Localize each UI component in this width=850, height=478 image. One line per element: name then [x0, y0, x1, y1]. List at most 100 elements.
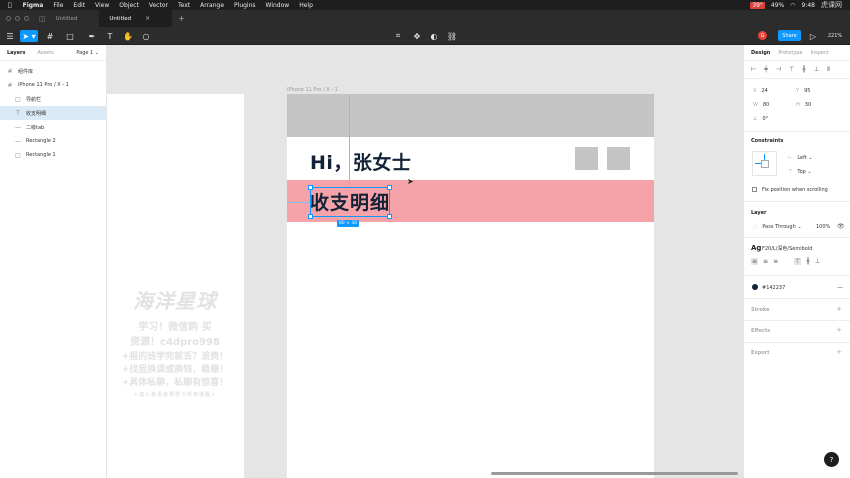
remove-fill-icon[interactable]: —: [837, 284, 843, 291]
text-tool-icon[interactable]: T: [104, 30, 116, 42]
menu-vector[interactable]: Vector: [144, 2, 173, 9]
tab-untitled-2[interactable]: Untitled ×: [99, 10, 173, 27]
fix-position-checkbox[interactable]: [752, 187, 757, 192]
close-window-icon[interactable]: [6, 16, 11, 21]
layer-section-title[interactable]: T 收支明细: [0, 106, 106, 120]
maximize-window-icon[interactable]: [24, 16, 29, 21]
menu-view[interactable]: View: [90, 2, 114, 9]
crop-icon[interactable]: ⌗: [392, 30, 404, 42]
menu-file[interactable]: File: [48, 2, 68, 9]
move-tool-icon[interactable]: ➤ ▾: [20, 30, 38, 42]
wifi-icon[interactable]: ◠: [790, 2, 795, 9]
menu-window[interactable]: Window: [261, 2, 295, 9]
tab-inspect[interactable]: Inspect: [811, 50, 829, 56]
mask-icon[interactable]: ◐: [428, 30, 440, 42]
x-value: 24: [761, 88, 768, 94]
zoom-level[interactable]: 221%: [824, 30, 846, 42]
add-effect-icon[interactable]: +: [836, 326, 842, 334]
pen-tool-icon[interactable]: ✒: [84, 30, 100, 42]
y-field[interactable]: Y 95: [796, 88, 810, 94]
align-center-v-icon[interactable]: ╫: [802, 66, 806, 74]
text-align-middle-icon[interactable]: ╫: [806, 258, 810, 265]
rotation-field[interactable]: ∠ 0°: [753, 116, 768, 122]
frame-tool-icon[interactable]: #: [42, 30, 58, 42]
layer-iphone-frame[interactable]: # iPhone 11 Pro / X - 1: [0, 78, 106, 92]
resize-handle[interactable]: [387, 185, 392, 190]
resize-handle[interactable]: [387, 214, 392, 219]
frame-label[interactable]: iPhone 11 Pro / X - 1: [287, 87, 338, 93]
main-menu-icon[interactable]: ☰: [4, 30, 16, 42]
shape-tool-icon[interactable]: □: [62, 30, 78, 42]
tab-design[interactable]: Design: [751, 50, 770, 56]
tab-prototype[interactable]: Prototype: [778, 50, 802, 56]
menu-help[interactable]: Help: [294, 2, 318, 9]
tab-assets[interactable]: Assets: [38, 50, 54, 56]
divider: [744, 342, 850, 343]
canvas[interactable]: 海洋星球 学习！微信购 买 资源！c4dpro998 +报的班学完就丢？浪费！ …: [107, 45, 743, 478]
blend-icon: ◌: [753, 224, 758, 230]
layer-secondary-tab[interactable]: — 二级tab: [0, 120, 106, 134]
fill-swatch[interactable]: [752, 284, 758, 290]
blend-mode-select[interactable]: ◌ Pass Through ⌄: [753, 224, 802, 230]
nav-icon-placeholder: [575, 147, 598, 170]
menu-text[interactable]: Text: [173, 2, 195, 9]
layer-component-library[interactable]: # 组件库: [0, 64, 106, 78]
menu-object[interactable]: Object: [114, 2, 144, 9]
new-tab-icon[interactable]: +: [178, 14, 185, 23]
x-field[interactable]: X 24: [753, 88, 768, 94]
menu-app[interactable]: Figma: [18, 2, 49, 9]
avatar[interactable]: G: [758, 31, 767, 40]
text-align-top-icon[interactable]: ⊤: [794, 258, 802, 265]
distribute-icon[interactable]: ⦀: [827, 66, 830, 74]
fill-hex[interactable]: #142237: [762, 285, 785, 291]
align-center-h-icon[interactable]: ╪: [764, 66, 768, 74]
link-icon[interactable]: ⛓: [446, 30, 458, 42]
menu-arrange[interactable]: Arrange: [195, 2, 229, 9]
layer-rectangle-1[interactable]: □ Rectangle 1: [0, 148, 106, 162]
help-button[interactable]: ?: [824, 452, 839, 467]
visibility-icon[interactable]: 👁: [837, 223, 845, 230]
figma-home-icon[interactable]: ◫: [39, 15, 46, 23]
page-selector[interactable]: Page 1 ⌄: [76, 50, 99, 56]
align-bottom-icon[interactable]: ⊥: [814, 66, 819, 74]
align-top-icon[interactable]: ⊤: [789, 66, 794, 74]
minimize-window-icon[interactable]: [15, 16, 20, 21]
apple-icon[interactable]: : [0, 2, 18, 9]
close-tab-icon[interactable]: ×: [145, 15, 150, 22]
layer-nav-bar[interactable]: □ 导航栏: [0, 92, 106, 106]
constraint-horizontal-select[interactable]: ⊢ Left ⌄: [788, 155, 813, 161]
constraint-vertical-select[interactable]: ⊤ Top ⌄: [788, 169, 812, 175]
text-style-name[interactable]: F20/L/深色/Semibold: [762, 245, 812, 252]
tab-layers[interactable]: Layers: [7, 50, 26, 56]
present-icon[interactable]: ▷: [808, 30, 818, 42]
text-align-center-icon[interactable]: ≡: [763, 258, 768, 265]
component-icon[interactable]: ✥: [411, 30, 423, 42]
resize-handle[interactable]: [308, 185, 313, 190]
hand-tool-icon[interactable]: ✋: [122, 30, 134, 42]
iphone-frame[interactable]: Hi，张女士 收支明细: [287, 94, 654, 478]
resize-handle[interactable]: [308, 214, 313, 219]
menu-plugins[interactable]: Plugins: [229, 2, 261, 9]
align-right-icon[interactable]: ⊣: [776, 66, 781, 74]
layer-rectangle-2[interactable]: — Rectangle 2: [0, 134, 106, 148]
constraints-widget[interactable]: [752, 151, 777, 176]
w-field[interactable]: W 80: [753, 102, 769, 108]
horizontal-scrollbar[interactable]: [491, 472, 738, 475]
text-align-controls: ≡ ≡ ≡: [751, 258, 778, 265]
add-export-icon[interactable]: +: [836, 348, 842, 356]
selection-box[interactable]: [308, 185, 392, 219]
watermark-line: +加入会员免费学习所有课程+: [133, 392, 217, 398]
menu-edit[interactable]: Edit: [68, 2, 90, 9]
text-align-left-icon[interactable]: ≡: [751, 258, 759, 265]
rectangle-icon: □: [15, 151, 21, 159]
text-align-right-icon[interactable]: ≡: [773, 258, 778, 265]
h-field[interactable]: H 30: [796, 102, 811, 108]
share-button[interactable]: Share: [778, 30, 801, 41]
text-align-bottom-icon[interactable]: ⊥: [815, 258, 820, 265]
tab-untitled-1[interactable]: Untitled: [46, 10, 100, 27]
clock-time: 9:48: [801, 1, 815, 9]
align-left-icon[interactable]: ⊢: [751, 66, 756, 74]
comment-tool-icon[interactable]: ○: [140, 30, 152, 42]
add-stroke-icon[interactable]: +: [836, 305, 842, 313]
opacity-field[interactable]: 100%: [816, 224, 830, 230]
